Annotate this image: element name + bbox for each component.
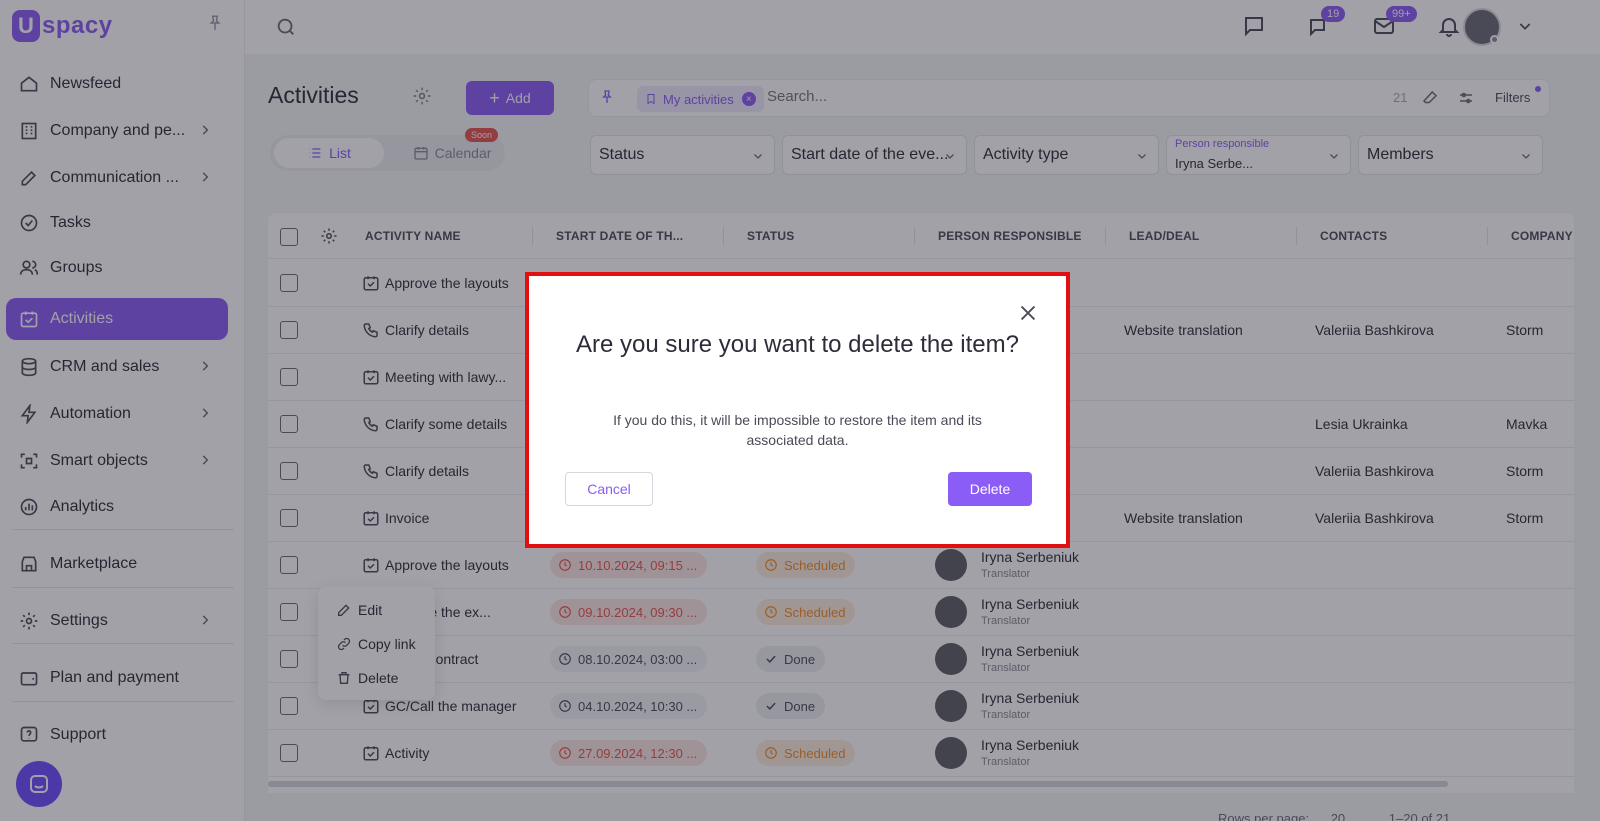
cancel-button[interactable]: Cancel xyxy=(565,472,653,506)
dialog-message: If you do this, it will be impossible to… xyxy=(613,412,982,448)
delete-confirmation-dialog: Are you sure you want to delete the item… xyxy=(525,272,1070,548)
dialog-title: Are you sure you want to delete the item… xyxy=(576,331,1019,358)
delete-button[interactable]: Delete xyxy=(948,472,1032,506)
close-icon[interactable] xyxy=(1017,302,1039,324)
